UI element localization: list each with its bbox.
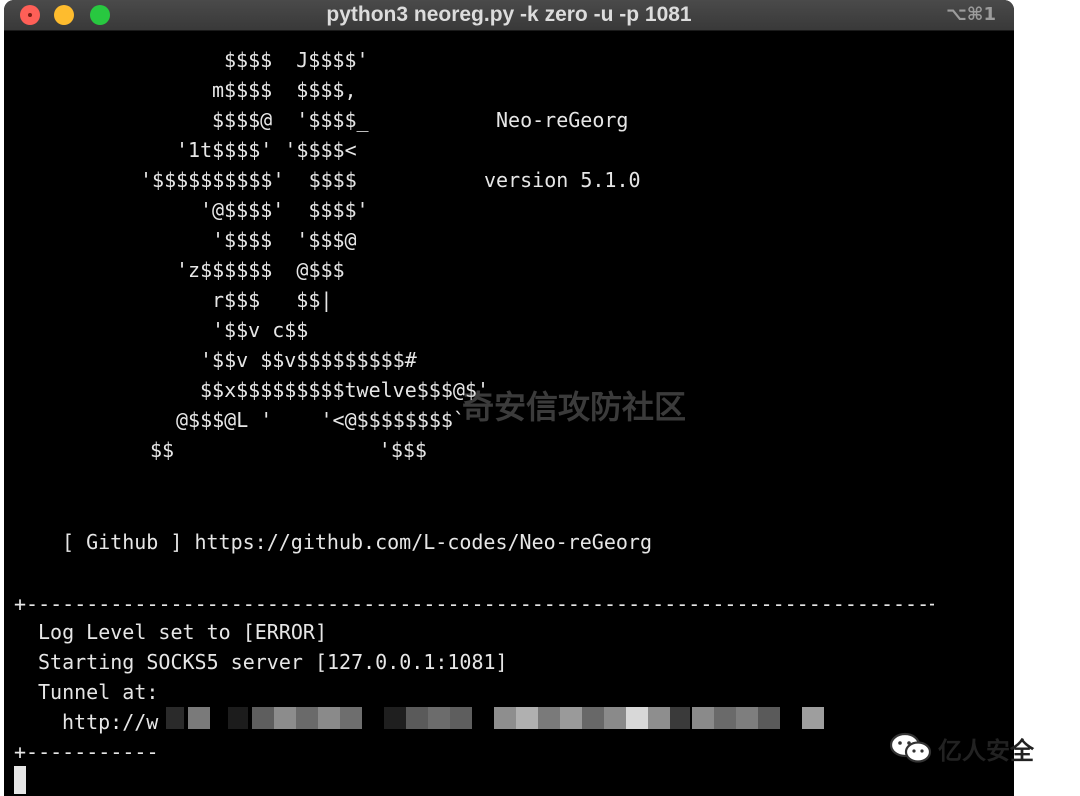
title-bar: python3 neoreg.py -k zero -u -p 1081 ⌥⌘1 <box>4 0 1014 31</box>
log-line: Log Level set to [ERROR] <box>38 620 327 644</box>
window-shortcut: ⌥⌘1 <box>946 4 996 25</box>
banner-art-line: '$$$$$$$$$$' $$$$ <box>140 168 357 192</box>
brand-badge: 亿人安全 <box>889 732 1034 765</box>
banner-art-line: m$$$$ $$$$, <box>212 78 357 102</box>
brand-name: 亿人安全 <box>938 736 1034 765</box>
banner-art-line: '$$v c$$ <box>212 318 309 342</box>
terminal-window: python3 neoreg.py -k zero -u -p 1081 ⌥⌘1… <box>4 0 1014 796</box>
github-line: [ Github ] https://github.com/L-codes/Ne… <box>62 530 653 554</box>
banner-name: Neo-reGeorg <box>496 108 629 132</box>
separator-bottom: +----------- <box>14 740 159 764</box>
banner-art-line: $$$$ J$$$$' <box>224 48 369 72</box>
banner-art-line: r$$$ $$| <box>212 288 333 312</box>
banner-art-line: $$ '$$$ <box>150 438 427 462</box>
wechat-icon <box>889 732 932 764</box>
banner-art-line: '@$$$$' $$$$' <box>200 198 369 222</box>
banner-art-line: @$$$@L ' '<@$$$$$$$$` <box>176 408 465 432</box>
banner-art-line: 'z$$$$$$ @$$$ <box>176 258 345 282</box>
window-title: python3 neoreg.py -k zero -u -p 1081 <box>326 3 692 26</box>
banner-art-line: '$$v $$v$$$$$$$$$# <box>200 348 417 372</box>
terminal-cursor[interactable] <box>14 766 26 794</box>
log-line: Tunnel at: <box>38 680 159 704</box>
separator-top: +---------------------------------------… <box>14 592 934 616</box>
banner-version: version 5.1.0 <box>484 168 641 192</box>
banner-art-line: $$$$@ '$$$$_ <box>212 108 369 132</box>
tunnel-url: http://w <box>62 710 159 734</box>
watermark-text: 奇安信攻防社区 <box>462 388 687 426</box>
log-line: Starting SOCKS5 server [127.0.0.1:1081] <box>38 650 508 674</box>
banner-art-line: '$$$$ '$$$@ <box>212 228 357 252</box>
banner-art-line: $$x$$$$$$$$$twelve$$$@$' <box>200 378 489 402</box>
banner-art-line: '1t$$$$' '$$$$< <box>176 138 357 162</box>
